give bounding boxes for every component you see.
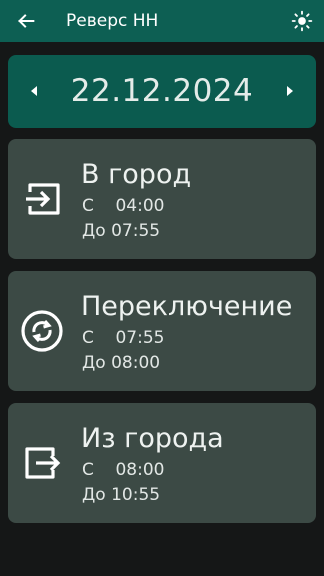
end-time: До 07:55	[82, 221, 161, 241]
sync-circle-icon	[21, 310, 63, 352]
card-icon	[20, 441, 64, 485]
schedule-card-from-city[interactable]: Из города С 08:00 До 10:55	[8, 403, 316, 523]
login-arrow-icon	[26, 183, 60, 215]
sun-icon	[291, 10, 313, 32]
arrow-left-icon	[18, 14, 35, 28]
start-time: С 04:00	[82, 196, 165, 216]
start-time: С 07:55	[82, 328, 165, 348]
end-time: До 08:00	[82, 353, 161, 373]
back-button[interactable]	[12, 7, 40, 35]
logout-arrow-icon	[25, 447, 61, 479]
card-icon	[20, 177, 64, 221]
card-icon	[20, 309, 64, 353]
schedule-card-switch[interactable]: Переключение С 07:55 До 08:00	[8, 271, 316, 391]
next-date-button[interactable]	[278, 79, 302, 103]
card-title: Из города	[81, 423, 224, 454]
theme-toggle-button[interactable]	[288, 7, 316, 35]
schedule-card-to-city[interactable]: В город С 04:00 До 07:55	[8, 139, 316, 259]
page-title: Реверс НН	[66, 11, 159, 31]
current-date[interactable]: 22.12.2024	[8, 55, 316, 128]
app-bar: Реверс НН	[0, 0, 324, 42]
triangle-right-icon	[287, 86, 293, 96]
card-title: Переключение	[81, 291, 293, 322]
card-title: В город	[81, 159, 192, 190]
start-time: С 08:00	[82, 460, 165, 480]
end-time: До 10:55	[82, 485, 161, 505]
date-selector: 22.12.2024	[8, 55, 316, 128]
